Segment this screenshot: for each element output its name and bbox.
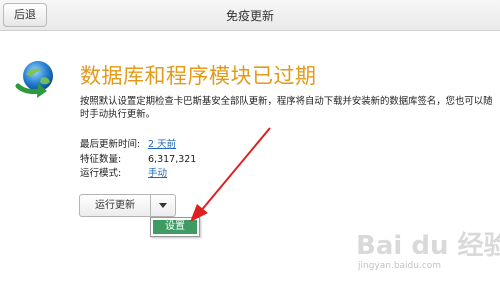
update-globe-icon <box>15 61 53 98</box>
description-text: 按照默认设置定期检查卡巴斯基安全部队更新，程序将自动下载并安装新的数据库签名，您… <box>80 96 493 120</box>
update-dropdown-menu: 设置 <box>150 217 200 237</box>
top-toolbar: 后退 免疫更新 <box>0 0 500 31</box>
app-window: 后退 免疫更新 数据库和程序模块已过期 按照默认设置定期检查卡巴斯基安全部队更新… <box>0 0 500 289</box>
run-mode-label: 运行模式: <box>80 168 122 179</box>
menu-item-settings[interactable]: 设置 <box>153 220 197 234</box>
run-update-dropdown-button[interactable] <box>150 194 176 217</box>
update-info: 最后更新时间: 2 天前 特征数量: 6,317,321 运行模式: 手动 <box>80 138 196 182</box>
last-update-row: 最后更新时间: 2 天前 <box>80 138 196 153</box>
run-update-button[interactable]: 运行更新 <box>79 194 150 217</box>
baidu-watermark: Bai du 经验 jingyan.baidu.com <box>356 225 500 285</box>
run-mode-row: 运行模式: 手动 <box>80 167 196 182</box>
baidu-logo: Bai du 经验 <box>356 231 500 261</box>
page-title: 数据库和程序模块已过期 <box>80 64 317 88</box>
chevron-down-icon <box>159 203 167 208</box>
watermark-url: jingyan.baidu.com <box>358 261 442 271</box>
last-update-link[interactable]: 2 天前 <box>148 138 176 153</box>
signatures-value: 6,317,321 <box>148 153 197 165</box>
signatures-row: 特征数量: 6,317,321 <box>80 153 196 168</box>
last-update-label: 最后更新时间: <box>80 139 141 150</box>
run-mode-link[interactable]: 手动 <box>148 167 167 182</box>
signatures-label: 特征数量: <box>80 153 122 165</box>
window-title: 免疫更新 <box>225 9 274 23</box>
